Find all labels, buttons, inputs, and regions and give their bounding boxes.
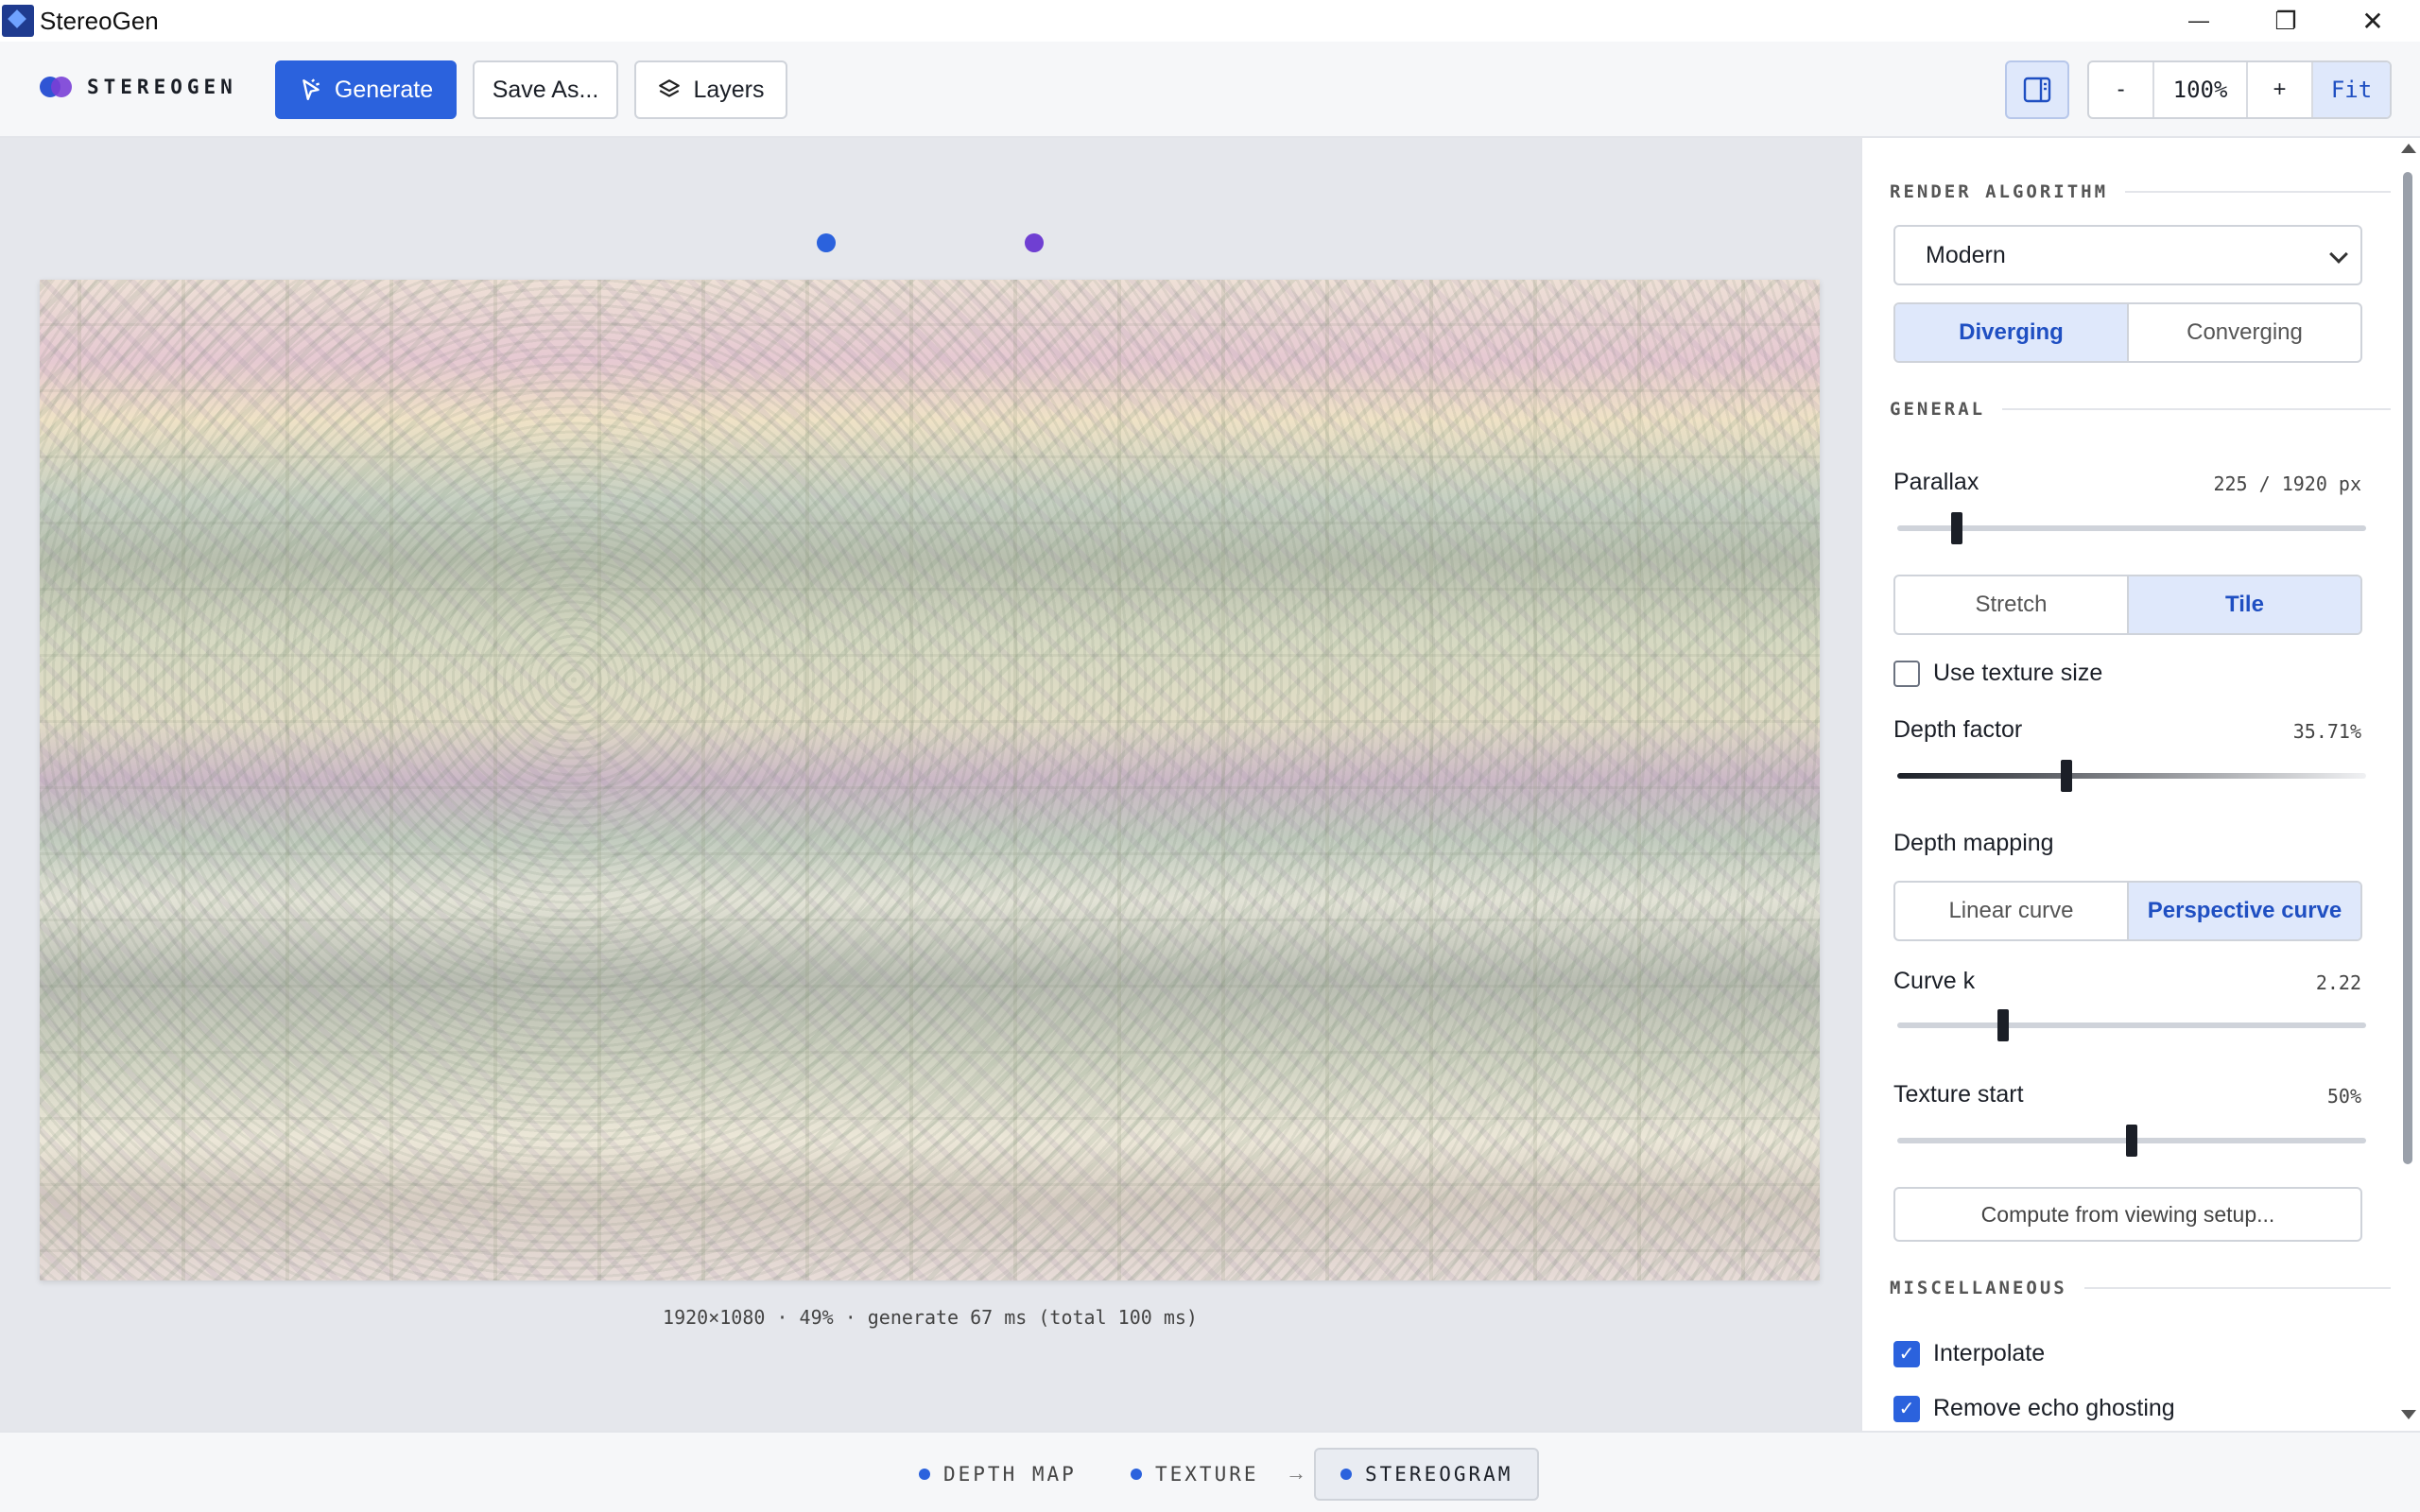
slider-thumb[interactable] [1950,512,1962,544]
view-mode-toggle: Diverging Converging [1893,302,2362,363]
tab-label: DEPTH MAP [943,1463,1077,1486]
minimize-button[interactable]: — [2155,0,2242,42]
sidebar-toggle-icon [2023,77,2051,103]
scroll-up-icon[interactable] [2401,144,2416,153]
depth-mapping-toggle: Linear curve Perspective curve [1893,881,2362,941]
minimize-icon: — [2188,9,2209,32]
scrollbar-thumb[interactable] [2403,172,2412,1164]
slider-thumb[interactable] [1997,1009,2010,1041]
depth-mapping-label: Depth mapping [1893,830,2054,856]
compute-viewing-setup-button[interactable]: Compute from viewing setup... [1893,1187,2362,1242]
interpolate-checkbox[interactable]: ✓ Interpolate [1893,1340,2045,1367]
zoom-level: 100% [2154,62,2248,117]
use-texture-size-checkbox[interactable]: Use texture size [1893,660,2102,687]
generate-icon [302,78,320,100]
close-icon: ✕ [2361,6,2384,36]
dot-icon [1340,1469,1352,1480]
depth-factor-label: Depth factor [1893,716,2023,743]
maximize-button[interactable]: ❐ [2242,0,2329,42]
fit-button[interactable]: Fit [2313,62,2390,117]
stereogram-image [40,280,1820,1280]
tab-stereogram[interactable]: STEREOGRAM [1314,1448,1540,1501]
brand: STEREOGEN [40,76,237,98]
layers-icon [659,79,681,97]
view-tabs: DEPTH MAP TEXTURE → STEREOGRAM [0,1431,2420,1512]
layers-label: Layers [693,76,765,103]
checkmark-icon[interactable]: ✓ [1893,1340,1920,1367]
brand-name: STEREOGEN [87,76,237,98]
mapping-perspective[interactable]: Perspective curve [2127,883,2360,939]
fill-mode-toggle: Stretch Tile [1893,575,2362,635]
zoom-in-button[interactable]: + [2248,62,2314,117]
algorithm-selected: Modern [1926,241,2006,268]
layers-button[interactable]: Layers [634,60,787,119]
section-title: RENDER ALGORITHM [1890,181,2109,202]
section-miscellaneous: MISCELLANEOUS [1890,1278,2391,1298]
tab-label: TEXTURE [1155,1463,1259,1486]
window-title: StereoGen [40,6,159,35]
mode-stretch[interactable]: Stretch [1895,576,2127,633]
section-render-algorithm: RENDER ALGORITHM [1890,181,2391,202]
use-texture-size-label: Use texture size [1933,660,2103,686]
scroll-down-icon[interactable] [2401,1410,2416,1419]
generate-button[interactable]: Generate [275,60,457,119]
slider-thumb[interactable] [2060,760,2072,792]
render-status: 1920×1080 · 49% · generate 67 ms (total … [663,1306,1198,1329]
toggle-panel-button[interactable] [2005,60,2069,119]
zoom-out-button[interactable]: - [2089,62,2155,117]
save-as-button[interactable]: Save As... [473,60,618,119]
parallax-label: Parallax [1893,469,1979,495]
tab-texture[interactable]: TEXTURE [1106,1448,1284,1501]
title-bar: StereoGen — ❐ ✕ [0,0,2420,42]
save-as-label: Save As... [492,76,599,103]
mode-tile[interactable]: Tile [2127,576,2360,633]
compute-label: Compute from viewing setup... [1980,1201,2275,1227]
slider-thumb[interactable] [2126,1125,2137,1157]
curve-k-value: 2.22 [2315,971,2361,994]
generate-label: Generate [334,76,434,103]
mode-diverging[interactable]: Diverging [1895,304,2127,361]
dot-icon [919,1469,930,1480]
arrow-right-icon: → [1286,1461,1306,1485]
toolbar: STEREOGEN Generate Save As... Layers - 1… [0,42,2420,138]
checkbox-box[interactable] [1893,660,1920,687]
brand-logo-icon [40,77,72,97]
zoom-controls: - 100% + Fit [2087,60,2392,119]
close-button[interactable]: ✕ [2329,0,2416,42]
right-eye-marker[interactable] [1025,233,1044,252]
restore-icon: ❐ [2274,6,2297,35]
parallax-slider[interactable] [1897,512,2366,544]
texture-start-value: 50% [2326,1085,2361,1108]
texture-start-label: Texture start [1893,1081,2024,1108]
canvas-area: 1920×1080 · 49% · generate 67 ms (total … [0,138,1860,1431]
section-general: GENERAL [1890,399,2391,420]
remove-echo-checkbox[interactable]: ✓ Remove echo ghosting [1893,1395,2175,1422]
section-title: MISCELLANEOUS [1890,1278,2067,1298]
checkmark-icon[interactable]: ✓ [1893,1395,1920,1422]
depth-factor-value: 35.71% [2292,720,2361,743]
algorithm-select[interactable]: Modern [1893,225,2362,285]
settings-panel: RENDER ALGORITHM Modern Diverging Conver… [1860,138,2395,1431]
mapping-linear[interactable]: Linear curve [1895,883,2127,939]
remove-echo-label: Remove echo ghosting [1933,1395,2175,1421]
tab-depth-map[interactable]: DEPTH MAP [894,1448,1101,1501]
tab-label: STEREOGRAM [1365,1463,1513,1486]
curve-k-slider[interactable] [1897,1009,2366,1041]
depth-factor-slider[interactable] [1897,760,2366,792]
mode-converging[interactable]: Converging [2127,304,2360,361]
chevron-down-icon [2329,245,2348,264]
curve-k-label: Curve k [1893,968,1976,994]
parallax-value: 225 / 1920 px [2213,472,2361,495]
texture-start-slider[interactable] [1897,1125,2366,1157]
app-icon [2,5,34,37]
panel-scrollbar[interactable] [2395,138,2420,1431]
section-title: GENERAL [1890,399,1986,420]
left-eye-marker[interactable] [817,233,836,252]
interpolate-label: Interpolate [1933,1340,2046,1366]
dot-icon [1131,1469,1142,1480]
